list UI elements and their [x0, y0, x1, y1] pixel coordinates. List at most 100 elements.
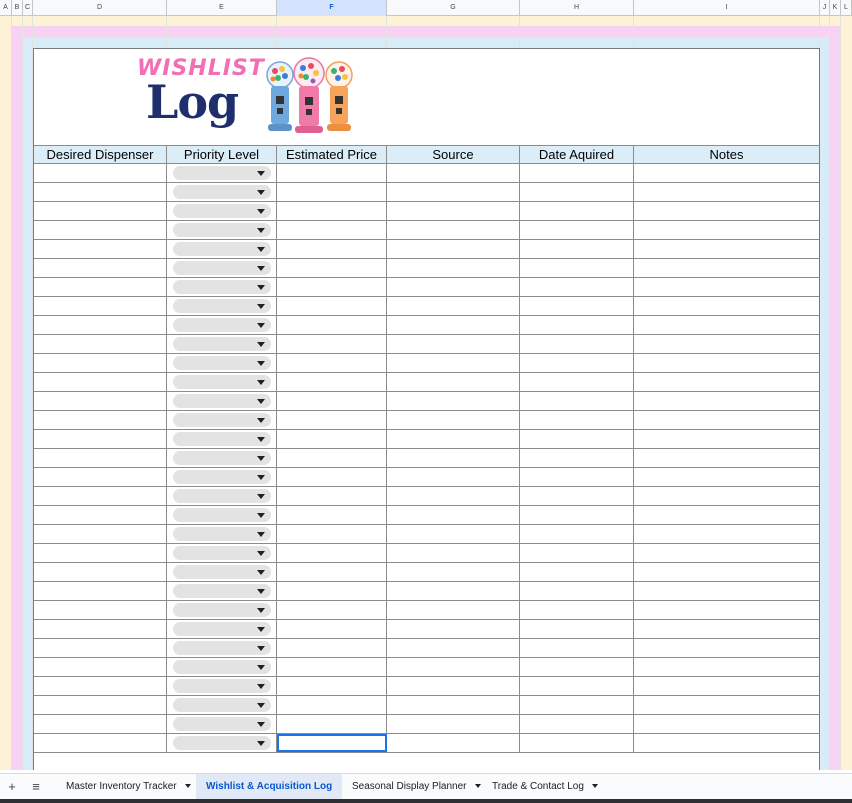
table-cell[interactable] — [277, 506, 387, 524]
table-cell[interactable] — [634, 278, 819, 296]
table-cell[interactable] — [167, 582, 277, 600]
table-cell[interactable] — [387, 316, 520, 334]
table-cell[interactable] — [34, 582, 167, 600]
priority-dropdown[interactable] — [173, 622, 271, 636]
table-cell[interactable] — [634, 734, 819, 752]
table-cell[interactable] — [634, 620, 819, 638]
table-cell[interactable] — [277, 354, 387, 372]
table-cell[interactable] — [520, 183, 634, 201]
table-cell[interactable] — [34, 620, 167, 638]
table-cell[interactable] — [520, 373, 634, 391]
table-cell[interactable] — [520, 658, 634, 676]
column-header-b[interactable]: B — [12, 0, 23, 16]
table-cell[interactable] — [167, 278, 277, 296]
all-sheets-menu-button[interactable]: ≡ — [26, 778, 46, 796]
table-cell[interactable] — [520, 449, 634, 467]
table-cell[interactable] — [387, 221, 520, 239]
table-cell[interactable] — [634, 601, 819, 619]
priority-dropdown[interactable] — [173, 527, 271, 541]
table-cell[interactable] — [277, 620, 387, 638]
table-cell[interactable] — [34, 487, 167, 505]
table-cell[interactable] — [167, 468, 277, 486]
priority-dropdown[interactable] — [173, 280, 271, 294]
table-cell[interactable] — [634, 430, 819, 448]
table-cell[interactable] — [34, 297, 167, 315]
table-cell[interactable] — [277, 677, 387, 695]
table-cell[interactable] — [634, 335, 819, 353]
column-header-i[interactable]: I — [634, 0, 820, 16]
table-cell[interactable] — [387, 259, 520, 277]
column-header-f[interactable]: F — [277, 0, 387, 16]
tab-menu-caret-icon[interactable] — [184, 784, 191, 789]
table-cell[interactable] — [387, 240, 520, 258]
priority-dropdown[interactable] — [173, 299, 271, 313]
table-cell[interactable] — [34, 316, 167, 334]
table-cell[interactable] — [520, 240, 634, 258]
table-cell[interactable] — [277, 392, 387, 410]
table-cell[interactable] — [167, 411, 277, 429]
table-cell[interactable] — [34, 259, 167, 277]
priority-dropdown[interactable] — [173, 432, 271, 446]
table-cell[interactable] — [167, 658, 277, 676]
priority-dropdown[interactable] — [173, 736, 271, 750]
priority-dropdown[interactable] — [173, 603, 271, 617]
table-cell[interactable] — [387, 620, 520, 638]
table-cell[interactable] — [634, 183, 819, 201]
table-cell[interactable] — [34, 202, 167, 220]
table-cell[interactable] — [520, 582, 634, 600]
table-cell[interactable] — [167, 620, 277, 638]
table-cell[interactable] — [634, 449, 819, 467]
table-cell[interactable] — [277, 297, 387, 315]
table-cell[interactable] — [277, 734, 387, 752]
table-cell[interactable] — [520, 715, 634, 733]
table-cell[interactable] — [277, 544, 387, 562]
table-cell[interactable] — [277, 639, 387, 657]
table-cell[interactable] — [634, 677, 819, 695]
priority-dropdown[interactable] — [173, 242, 271, 256]
table-cell[interactable] — [520, 677, 634, 695]
priority-dropdown[interactable] — [173, 394, 271, 408]
table-cell[interactable] — [634, 259, 819, 277]
table-cell[interactable] — [387, 411, 520, 429]
table-cell[interactable] — [34, 525, 167, 543]
table-cell[interactable] — [34, 164, 167, 182]
priority-dropdown[interactable] — [173, 318, 271, 332]
table-cell[interactable] — [520, 487, 634, 505]
column-header-e[interactable]: E — [167, 0, 277, 16]
table-cell[interactable] — [634, 164, 819, 182]
table-cell[interactable] — [387, 582, 520, 600]
table-cell[interactable] — [34, 468, 167, 486]
table-cell[interactable] — [34, 354, 167, 372]
table-cell[interactable] — [520, 696, 634, 714]
table-cell[interactable] — [634, 468, 819, 486]
table-cell[interactable] — [634, 373, 819, 391]
table-cell[interactable] — [167, 639, 277, 657]
priority-dropdown[interactable] — [173, 375, 271, 389]
sheet-tab[interactable]: Trade & Contact Log — [482, 774, 602, 800]
table-cell[interactable] — [634, 544, 819, 562]
sheet-tab[interactable]: Wishlist & Acquisition Log — [196, 774, 342, 800]
table-cell[interactable] — [387, 373, 520, 391]
table-cell[interactable] — [34, 677, 167, 695]
priority-dropdown[interactable] — [173, 451, 271, 465]
priority-dropdown[interactable] — [173, 413, 271, 427]
table-cell[interactable] — [387, 525, 520, 543]
column-header-l[interactable]: L — [841, 0, 852, 16]
table-cell[interactable] — [277, 259, 387, 277]
table-cell[interactable] — [167, 449, 277, 467]
table-cell[interactable] — [277, 183, 387, 201]
table-cell[interactable] — [167, 259, 277, 277]
table-cell[interactable] — [520, 354, 634, 372]
table-cell[interactable] — [387, 563, 520, 581]
table-cell[interactable] — [387, 677, 520, 695]
table-cell[interactable] — [520, 316, 634, 334]
table-cell[interactable] — [167, 316, 277, 334]
table-cell[interactable] — [520, 411, 634, 429]
table-cell[interactable] — [167, 506, 277, 524]
table-cell[interactable] — [387, 715, 520, 733]
table-cell[interactable] — [520, 259, 634, 277]
table-cell[interactable] — [387, 487, 520, 505]
add-sheet-button[interactable]: + — [2, 778, 22, 796]
table-cell[interactable] — [387, 734, 520, 752]
table-cell[interactable] — [634, 582, 819, 600]
